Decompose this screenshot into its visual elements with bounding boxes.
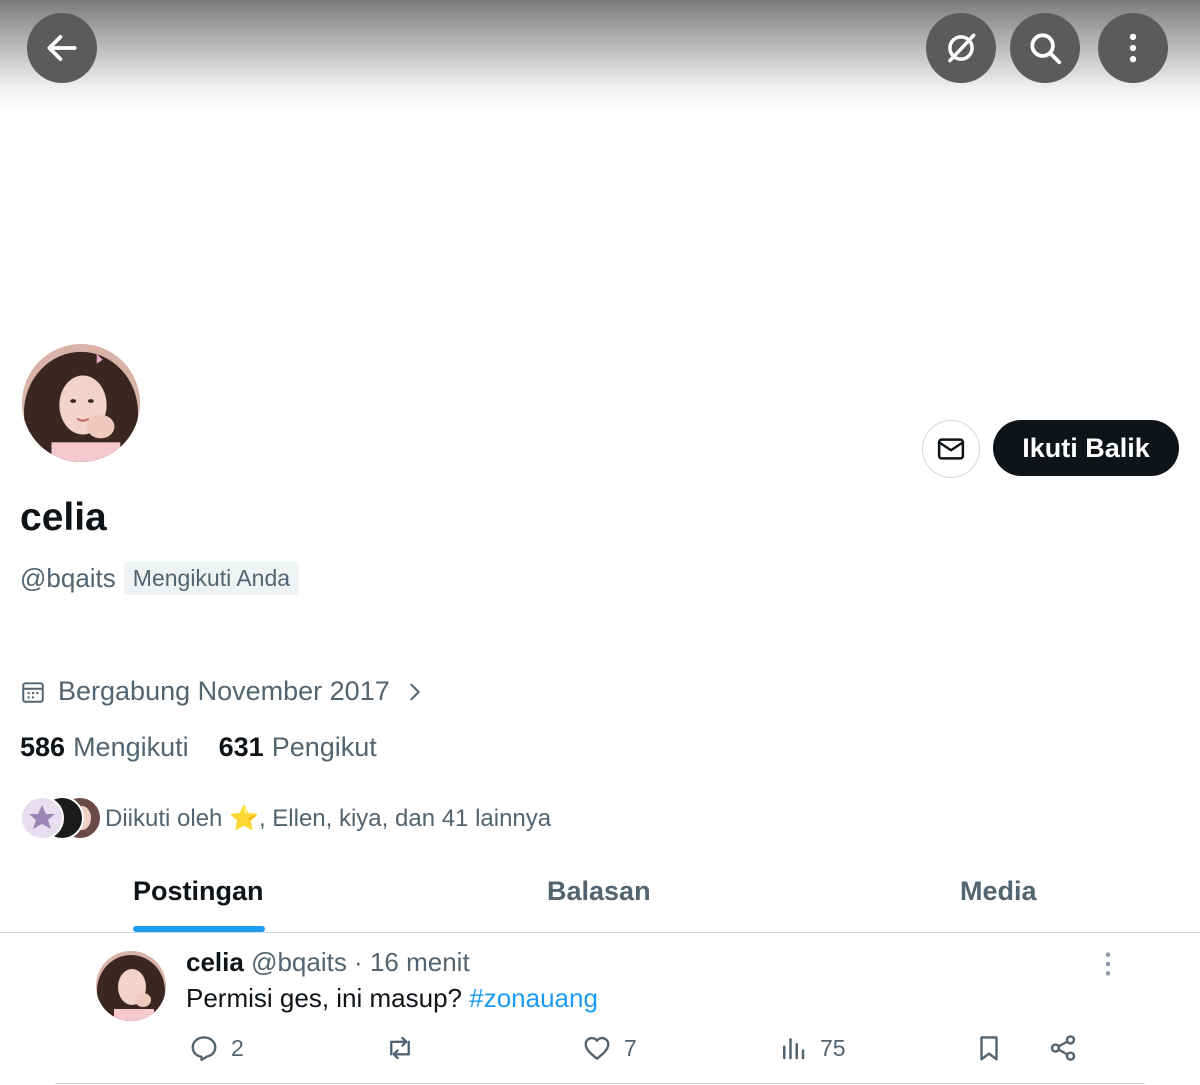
profile-handle: @bqaits — [20, 563, 116, 593]
repost-button[interactable] — [385, 1033, 415, 1063]
grok-icon — [948, 33, 976, 63]
reply-icon — [191, 1036, 217, 1062]
post-author[interactable]: celia — [186, 947, 244, 977]
active-tab-indicator — [133, 926, 265, 932]
post-header: celia @bqaits · 16 menit — [186, 947, 470, 978]
share-button[interactable] — [1048, 1033, 1078, 1063]
tab-replies[interactable]: Balasan — [547, 876, 651, 907]
post-more-button[interactable] — [1096, 949, 1120, 979]
post-actions: 2 7 75 — [0, 1033, 1200, 1073]
arrow-left-icon — [47, 35, 77, 61]
chevron-right-icon — [410, 683, 420, 700]
profile-name: celia — [20, 496, 107, 539]
following-count: 586 — [20, 732, 66, 762]
search-icon — [1030, 33, 1062, 65]
like-button[interactable]: 7 — [582, 1033, 637, 1063]
follow-back-button[interactable]: Ikuti Balik — [993, 420, 1179, 476]
views-count: 75 — [820, 1034, 846, 1061]
post-body: Permisi ges, ini masup? — [186, 983, 470, 1013]
followed-by-row[interactable]: Diikuti oleh ⭐, Ellen, kiya, dan 41 lain… — [20, 796, 551, 840]
tab-posts[interactable]: Postingan — [133, 876, 264, 907]
like-count: 7 — [624, 1034, 637, 1061]
followers-label: Pengikut — [271, 732, 377, 762]
post-divider — [55, 1083, 1145, 1084]
mutual-avatar — [20, 796, 64, 840]
post-meta: @bqaits · 16 menit — [251, 947, 470, 977]
follow-stats: 586 Mengikuti 631 Pengikut — [20, 732, 377, 763]
views-icon — [783, 1038, 805, 1060]
followers-count: 631 — [218, 732, 264, 762]
followers-stat[interactable]: 631 Pengikut — [219, 732, 377, 763]
more-vertical-icon — [1129, 33, 1137, 63]
followed-by-text: Diikuti oleh ⭐, Ellen, kiya, dan 41 lain… — [105, 804, 552, 832]
share-icon — [1050, 1035, 1076, 1061]
calendar-icon — [22, 681, 44, 703]
profile-tabs: Postingan Balasan Media — [0, 860, 1200, 933]
post-avatar[interactable] — [96, 951, 166, 1021]
handle-row: @bqaits Mengikuti Anda — [20, 562, 300, 595]
joined-date: Bergabung November 2017 — [58, 676, 390, 706]
reply-button[interactable]: 2 — [189, 1033, 244, 1063]
follows-you-badge: Mengikuti Anda — [123, 562, 300, 595]
joined-date-row[interactable]: Bergabung November 2017 — [20, 676, 438, 707]
envelope-icon — [937, 438, 965, 460]
post-text: Permisi ges, ini masup? #zonauang — [186, 983, 598, 1014]
more-options-button[interactable] — [1098, 13, 1168, 83]
reply-count: 2 — [231, 1034, 244, 1061]
bookmark-icon — [980, 1036, 998, 1061]
profile-avatar[interactable] — [20, 342, 142, 464]
post-hashtag[interactable]: #zonauang — [469, 983, 598, 1013]
following-label: Mengikuti — [73, 732, 189, 762]
bookmark-button[interactable] — [974, 1033, 1004, 1063]
search-button[interactable] — [1010, 13, 1080, 83]
message-button[interactable] — [922, 420, 980, 478]
grok-button[interactable] — [926, 13, 996, 83]
following-stat[interactable]: 586 Mengikuti — [20, 732, 189, 763]
repost-icon — [390, 1036, 410, 1060]
post-item[interactable]: celia @bqaits · 16 menit Permisi ges, in… — [0, 933, 1200, 1085]
heart-icon — [584, 1036, 610, 1060]
more-vertical-icon — [1105, 952, 1111, 976]
tab-media[interactable]: Media — [960, 876, 1037, 907]
back-button[interactable] — [27, 13, 97, 83]
mutual-avatars — [20, 796, 102, 840]
views-button[interactable]: 75 — [778, 1033, 846, 1063]
